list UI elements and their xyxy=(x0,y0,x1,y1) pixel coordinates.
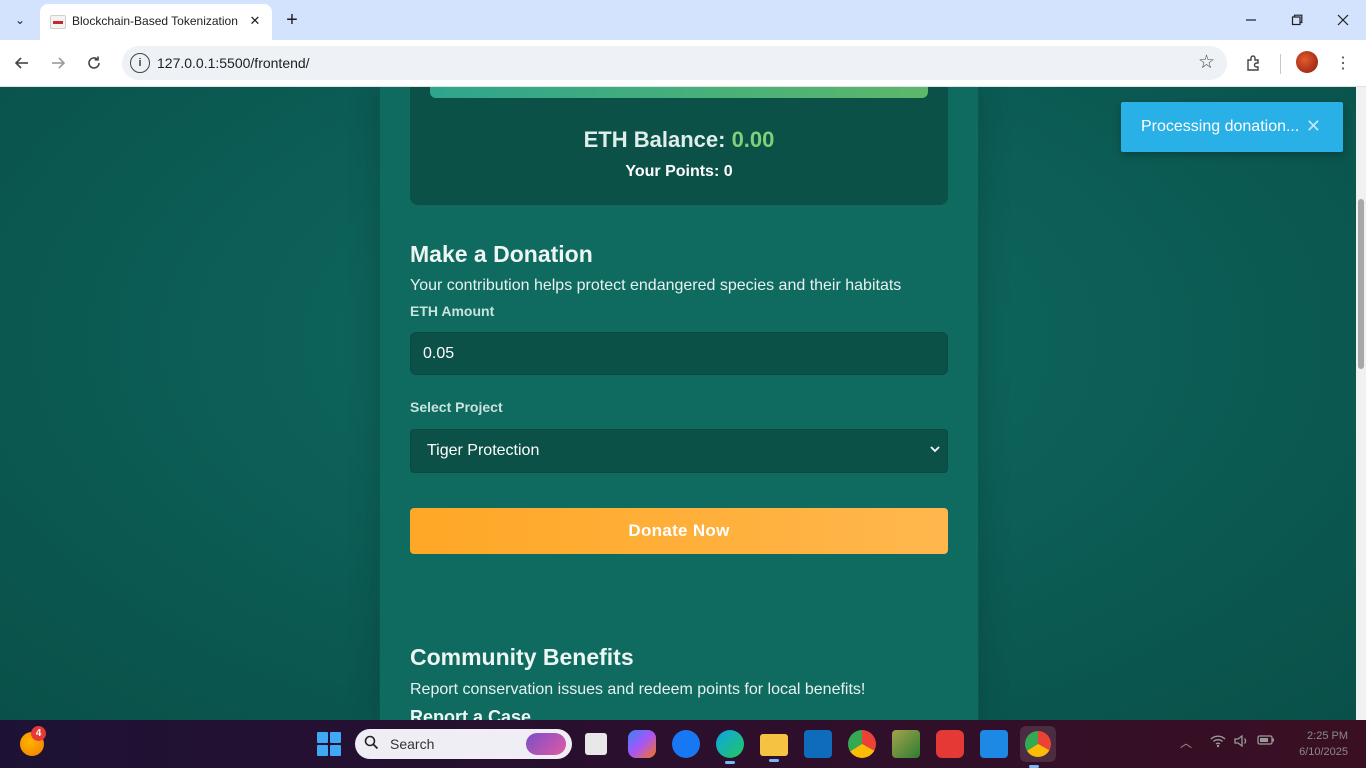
processing-toast: Processing donation... ✕ xyxy=(1121,102,1343,152)
chrome-icon[interactable] xyxy=(848,730,876,758)
donation-subtitle: Your contribution helps protect endanger… xyxy=(410,277,902,294)
clock-time: 2:25 PM xyxy=(1307,730,1348,742)
tab-search-icon[interactable]: ⌄ xyxy=(6,8,34,32)
eth-balance: ETH Balance: 0.00 xyxy=(410,127,948,153)
kebab-menu-icon[interactable]: ⋮ xyxy=(1330,50,1356,76)
reload-icon[interactable] xyxy=(80,49,108,77)
tab-title: Blockchain-Based Tokenization xyxy=(72,14,238,28)
wifi-icon[interactable] xyxy=(1210,734,1226,751)
balance-gradient-bar xyxy=(430,87,928,98)
battery-icon[interactable] xyxy=(1257,734,1275,749)
clock-date: 6/10/2025 xyxy=(1299,746,1348,758)
select-project-label: Select Project xyxy=(410,399,503,415)
search-label: Search xyxy=(390,736,435,752)
eth-balance-label: ETH Balance: xyxy=(583,127,726,152)
bookmark-star-icon[interactable]: ☆ xyxy=(1198,51,1215,74)
profile-avatar[interactable] xyxy=(1296,51,1318,73)
outlook-icon[interactable] xyxy=(804,730,832,758)
chevron-down-icon xyxy=(929,443,941,458)
eth-balance-value: 0.00 xyxy=(731,127,775,152)
favicon-icon xyxy=(50,15,66,29)
eth-amount-label: ETH Amount xyxy=(410,303,495,319)
close-icon[interactable] xyxy=(1323,6,1363,34)
windows-taskbar: 4 Search ︿ 2:25 PM 6/10/2025 xyxy=(0,720,1366,768)
toast-message: Processing donation... xyxy=(1141,118,1300,135)
site-info-icon[interactable]: i xyxy=(130,53,150,73)
balance-card: ETH Balance: 0.00 Your Points: 0 xyxy=(410,87,948,205)
donation-title: Make a Donation xyxy=(410,241,593,267)
browser-tab[interactable]: Blockchain-Based Tokenization ✕ xyxy=(40,4,272,40)
url-text[interactable]: 127.0.0.1:5500/frontend/ xyxy=(157,55,310,71)
taskbar-clock[interactable]: 2:25 PM 6/10/2025 xyxy=(1284,728,1348,760)
main-container: ETH Balance: 0.00 Your Points: 0 Make a … xyxy=(379,87,979,720)
search-icon xyxy=(364,735,379,754)
extensions-icon[interactable] xyxy=(1241,50,1267,76)
back-arrow-icon[interactable] xyxy=(8,49,36,77)
new-tab-button[interactable]: + xyxy=(280,8,304,32)
weather-badge: 4 xyxy=(31,726,46,741)
browser-toolbar: i 127.0.0.1:5500/frontend/ ☆ ⋮ xyxy=(0,40,1366,87)
volume-icon[interactable] xyxy=(1234,734,1250,751)
restore-icon[interactable] xyxy=(1277,6,1317,34)
page-viewport: ETH Balance: 0.00 Your Points: 0 Make a … xyxy=(0,87,1356,720)
user-points: Your Points: 0 xyxy=(625,163,733,180)
wps-office-icon[interactable] xyxy=(936,730,964,758)
donate-now-button[interactable]: Donate Now xyxy=(410,508,948,554)
vscode-icon[interactable] xyxy=(980,730,1008,758)
copilot-icon[interactable] xyxy=(628,730,656,758)
browser-tab-bar: ⌄ Blockchain-Based Tokenization ✕ + xyxy=(0,0,1366,40)
page-scrollbar[interactable] xyxy=(1356,87,1366,720)
taskbar-search[interactable]: Search xyxy=(355,729,572,759)
project-select[interactable]: Tiger Protection xyxy=(410,429,948,473)
facebook-icon[interactable] xyxy=(672,730,700,758)
edge-icon[interactable] xyxy=(716,730,744,764)
scrollbar-thumb[interactable] xyxy=(1358,199,1364,369)
eth-amount-input[interactable]: 0.05 xyxy=(410,332,948,375)
minimize-icon[interactable] xyxy=(1231,6,1271,34)
toast-close-icon[interactable]: ✕ xyxy=(1306,116,1321,137)
address-bar[interactable]: i 127.0.0.1:5500/frontend/ ☆ xyxy=(122,46,1227,80)
task-view-icon[interactable] xyxy=(585,733,607,755)
search-highlight-image xyxy=(526,733,566,755)
forward-arrow-icon[interactable] xyxy=(44,49,72,77)
file-explorer-icon[interactable] xyxy=(760,734,788,762)
toolbar-divider xyxy=(1280,54,1281,74)
report-case-heading: Report a Case xyxy=(410,707,532,720)
show-hidden-icons-icon[interactable]: ︿ xyxy=(1180,734,1192,751)
project-select-value: Tiger Protection xyxy=(427,442,540,459)
tab-close-icon[interactable]: ✕ xyxy=(246,12,264,30)
community-title: Community Benefits xyxy=(410,644,634,670)
community-subtitle: Report conservation issues and redeem po… xyxy=(410,681,866,698)
windows-start-icon[interactable] xyxy=(317,732,341,756)
chrome-active-icon[interactable] xyxy=(1020,726,1056,768)
app-icon-tools[interactable] xyxy=(892,730,920,758)
